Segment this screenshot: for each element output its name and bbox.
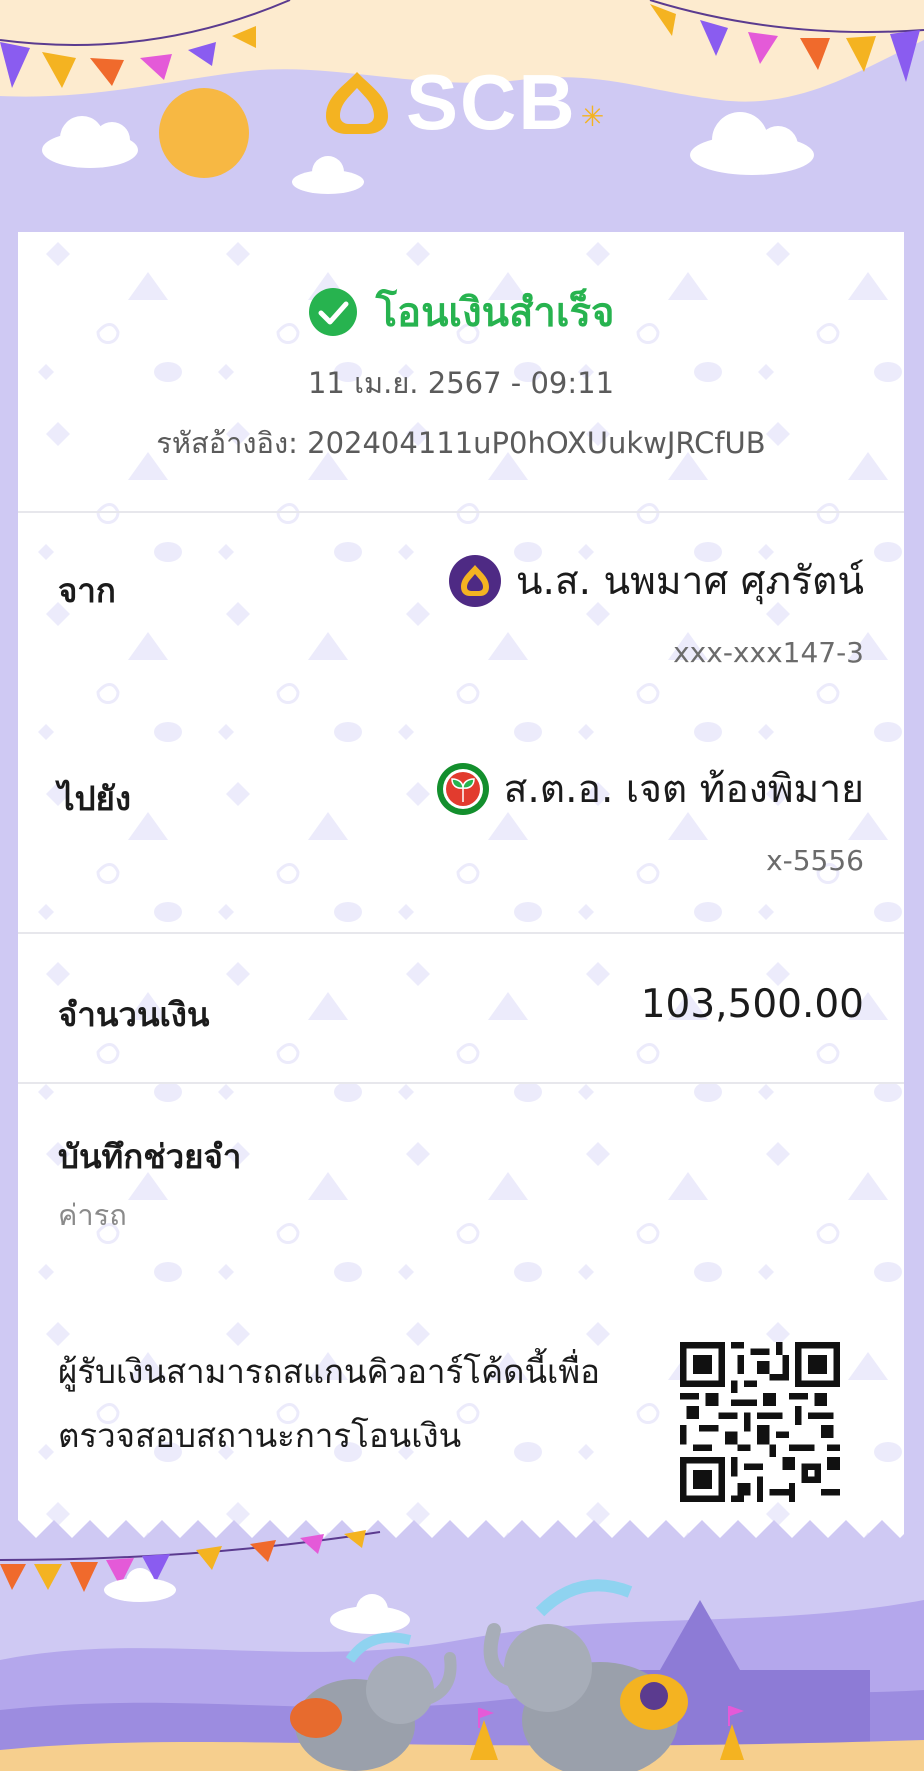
- brand-name: SCB: [406, 58, 577, 146]
- scb-logo-icon: [326, 72, 388, 134]
- scb-bank-icon: [448, 555, 501, 607]
- footer-illustration: [0, 1520, 924, 1771]
- brand-logo: SCB ✳: [318, 62, 604, 142]
- recipient-account: x-5556: [766, 844, 864, 877]
- reference-label: รหัสอ้างอิง:: [156, 426, 298, 460]
- qr-code: [680, 1342, 840, 1502]
- qr-instruction-line: ผู้รับเงินสามารถสแกนคิวอาร์โค้ดนี้เพื่อ: [58, 1352, 600, 1391]
- reference-code: 202404111uP0hOXUukwJRCfUB: [307, 426, 766, 460]
- memo-value: ค่ารถ: [58, 1198, 127, 1232]
- amount-value: 103,500.00: [640, 982, 864, 1027]
- qr-instruction-line: ตรวจสอบสถานะการโอนเงิน: [58, 1416, 462, 1455]
- amount-label: จำนวนเงิน: [58, 995, 210, 1034]
- sender: น.ส. นพมาศ ศุภรัตน์: [448, 550, 864, 612]
- status-text: โอนเงินสำเร็จ: [375, 290, 615, 336]
- divider: [18, 511, 904, 513]
- qr-instruction: ผู้รับเงินสามารถสแกนคิวอาร์โค้ดนี้เพื่อ …: [58, 1340, 628, 1468]
- reference-line: รหัสอ้างอิง: 202404111uP0hOXUukwJRCfUB: [18, 420, 904, 466]
- recipient-name: ส.ต.อ. เจต ท้องพิมาย: [503, 767, 864, 812]
- sender-name: น.ส. นพมาศ ศุภรัตน์: [515, 559, 864, 604]
- divider: [18, 932, 904, 934]
- to-label: ไปยัง: [58, 779, 131, 818]
- receipt-card: โอนเงินสำเร็จ 11 เม.ย. 2567 - 09:11 รหัส…: [18, 232, 904, 1552]
- transfer-status: โอนเงินสำเร็จ: [18, 280, 904, 344]
- spark-icon: ✳: [580, 99, 605, 133]
- sender-account: xxx-xxx147-3: [673, 636, 864, 669]
- transaction-datetime: 11 เม.ย. 2567 - 09:11: [307, 366, 615, 400]
- memo-label: บันทึกช่วยจำ: [58, 1137, 242, 1176]
- check-circle-icon: [308, 288, 357, 336]
- recipient: ส.ต.อ. เจต ท้องพิมาย: [436, 758, 864, 820]
- divider: [18, 1082, 904, 1084]
- kbank-bank-icon: [436, 763, 489, 815]
- from-label: จาก: [58, 571, 116, 610]
